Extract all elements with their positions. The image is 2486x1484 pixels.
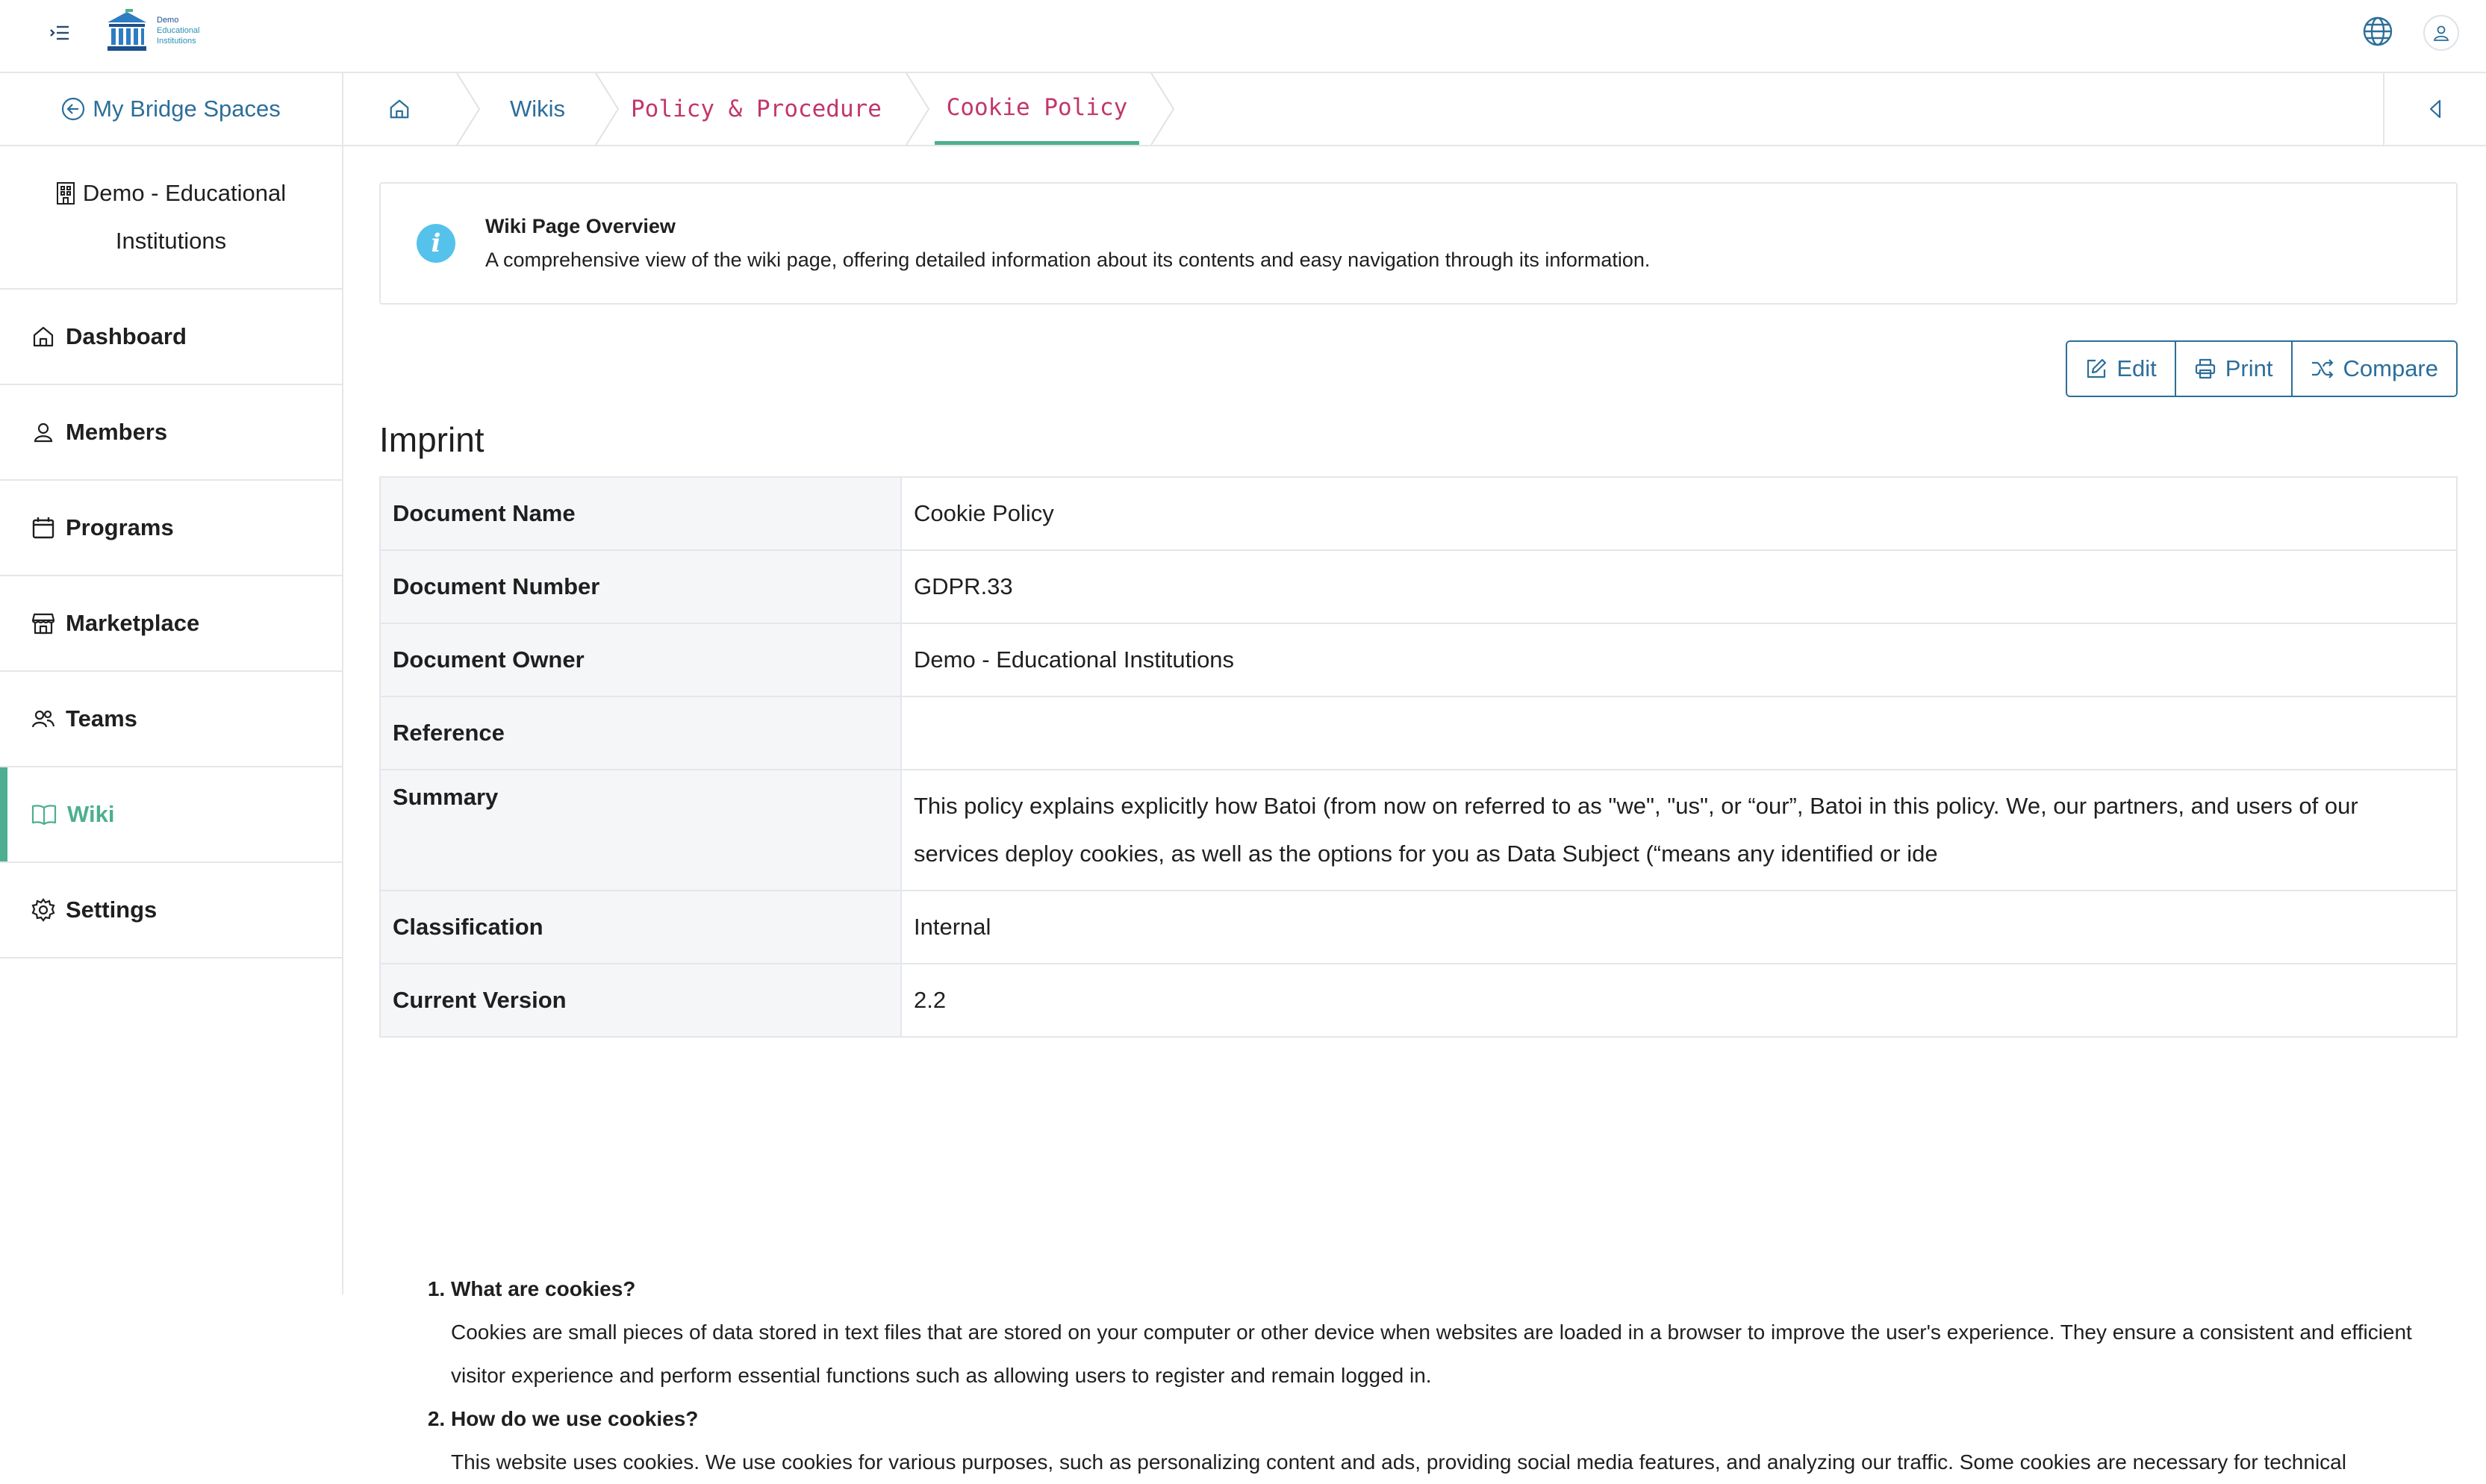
imprint-heading: Imprint <box>379 420 485 459</box>
user-avatar[interactable] <box>2423 15 2459 51</box>
edit-button[interactable]: Edit <box>2067 342 2175 396</box>
sidebar-item-label: Members <box>66 419 168 445</box>
breadcrumb-separator <box>456 73 481 145</box>
gear-icon <box>31 898 55 922</box>
table-row: Reference <box>379 696 2458 770</box>
collapse-panel-button[interactable] <box>2383 73 2486 145</box>
sidebar: My Bridge Spaces Demo - Educational Inst… <box>0 73 343 1294</box>
breadcrumb-separator <box>906 73 930 145</box>
imprint-value: 2.2 <box>900 963 2458 1038</box>
imprint-table: Document Name Cookie Policy Document Num… <box>379 476 2458 1038</box>
breadcrumb-home[interactable] <box>343 73 455 145</box>
sidebar-item-label: Dashboard <box>66 323 187 349</box>
shuffle-icon <box>2311 359 2333 378</box>
sidebar-item-label: Teams <box>66 705 137 732</box>
sidebar-item-wiki[interactable]: Wiki <box>0 767 342 863</box>
section-heading: What are cookies? <box>451 1277 636 1300</box>
table-row: Document Number GDPR.33 <box>379 549 2458 624</box>
calendar-icon <box>32 517 54 539</box>
sidebar-item-marketplace[interactable]: Marketplace <box>0 576 342 672</box>
top-bar: Demo Educational Institutions <box>0 0 2486 73</box>
users-icon <box>31 710 55 728</box>
edit-icon <box>2087 358 2107 378</box>
imprint-label: Reference <box>379 696 902 770</box>
list-item: How do we use cookies? This website uses… <box>451 1397 2458 1484</box>
breadcrumb-separator <box>1150 73 1175 145</box>
sidebar-item-dashboard[interactable]: Dashboard <box>0 290 342 385</box>
table-row: Classification Internal <box>379 890 2458 964</box>
imprint-value: Demo - Educational Institutions <box>900 623 2458 697</box>
section-text: This website uses cookies. We use cookie… <box>451 1450 2346 1474</box>
print-button[interactable]: Print <box>2174 342 2291 396</box>
sidebar-item-teams[interactable]: Teams <box>0 672 342 767</box>
sidebar-item-settings[interactable]: Settings <box>0 863 342 958</box>
imprint-value: GDPR.33 <box>900 549 2458 624</box>
store-icon <box>31 613 55 635</box>
printer-icon <box>2195 358 2215 379</box>
sidebar-item-label: Settings <box>66 897 158 923</box>
breadcrumb: Wikis Policy & Procedure Cookie Policy <box>343 73 2486 146</box>
sidebar-item-programs[interactable]: Programs <box>0 481 342 576</box>
imprint-value: Cookie Policy <box>900 476 2458 551</box>
sidebar-item-label: Programs <box>66 514 174 540</box>
breadcrumb-wikis[interactable]: Wikis <box>485 73 590 145</box>
logo-text: Demo Educational Institutions <box>157 15 200 46</box>
action-button-group: Edit Print Compare <box>2066 340 2458 397</box>
org-name-line2: Institutions <box>115 228 227 254</box>
imprint-value: This policy explains explicitly how Bato… <box>900 769 2458 891</box>
imprint-label: Document Name <box>379 476 902 551</box>
imprint-value: Internal <box>900 890 2458 964</box>
imprint-label: Current Version <box>379 963 902 1038</box>
info-icon: i <box>417 224 455 263</box>
edit-button-label: Edit <box>2116 355 2157 381</box>
logo[interactable]: Demo Educational Institutions <box>105 9 200 52</box>
section-heading: How do we use cookies? <box>451 1407 699 1430</box>
imprint-label: Summary <box>379 769 902 891</box>
imprint-label: Document Owner <box>379 623 902 697</box>
table-row: Summary This policy explains explicitly … <box>379 769 2458 891</box>
book-icon <box>31 805 57 826</box>
compare-button[interactable]: Compare <box>2290 342 2456 396</box>
logo-line: Institutions <box>157 37 196 46</box>
table-row: Document Name Cookie Policy <box>379 476 2458 551</box>
breadcrumb-policy-procedure[interactable]: Policy & Procedure <box>624 73 888 145</box>
imprint-label: Document Number <box>379 549 902 624</box>
caret-left-icon <box>2429 99 2441 119</box>
print-button-label: Print <box>2225 355 2273 381</box>
compare-button-label: Compare <box>2343 355 2439 381</box>
info-description: A comprehensive view of the wiki page, o… <box>485 249 1651 271</box>
my-bridge-spaces-link[interactable]: My Bridge Spaces <box>0 73 342 146</box>
logo-line: Demo <box>157 16 179 25</box>
table-row: Document Owner Demo - Educational Instit… <box>379 623 2458 697</box>
imprint-label: Classification <box>379 890 902 964</box>
home-icon <box>33 326 54 347</box>
organization-name: Demo - Educational Institutions <box>0 146 342 290</box>
building-icon <box>56 182 75 205</box>
breadcrumb-separator <box>595 73 620 145</box>
logo-line: Educational <box>157 26 200 35</box>
back-link-label: My Bridge Spaces <box>93 96 281 122</box>
info-title: Wiki Page Overview <box>485 215 676 237</box>
user-icon <box>2433 25 2449 41</box>
section-text: Cookies are small pieces of data stored … <box>451 1321 2412 1387</box>
sidebar-item-members[interactable]: Members <box>0 385 342 481</box>
info-banner: i Wiki Page Overview A comprehensive vie… <box>379 182 2458 305</box>
list-item: What are cookies? Cookies are small piec… <box>451 1268 2458 1397</box>
globe-icon[interactable] <box>2362 16 2393 51</box>
sidebar-item-label: Marketplace <box>66 610 200 636</box>
main-content: i Wiki Page Overview A comprehensive vie… <box>379 182 2458 1474</box>
table-row: Current Version 2.2 <box>379 963 2458 1038</box>
home-icon <box>390 99 409 119</box>
breadcrumb-cookie-policy[interactable]: Cookie Policy <box>935 73 1139 145</box>
policy-body: What are cookies? Cookies are small piec… <box>379 1268 2458 1484</box>
org-name-line1: Demo - Educational <box>82 180 287 206</box>
sidebar-item-label: Wiki <box>67 801 115 827</box>
imprint-value <box>900 696 2458 770</box>
user-icon <box>34 423 53 443</box>
back-circle-icon <box>62 97 85 121</box>
institution-logo-icon <box>108 9 146 51</box>
menu-toggle-icon[interactable] <box>45 18 75 48</box>
